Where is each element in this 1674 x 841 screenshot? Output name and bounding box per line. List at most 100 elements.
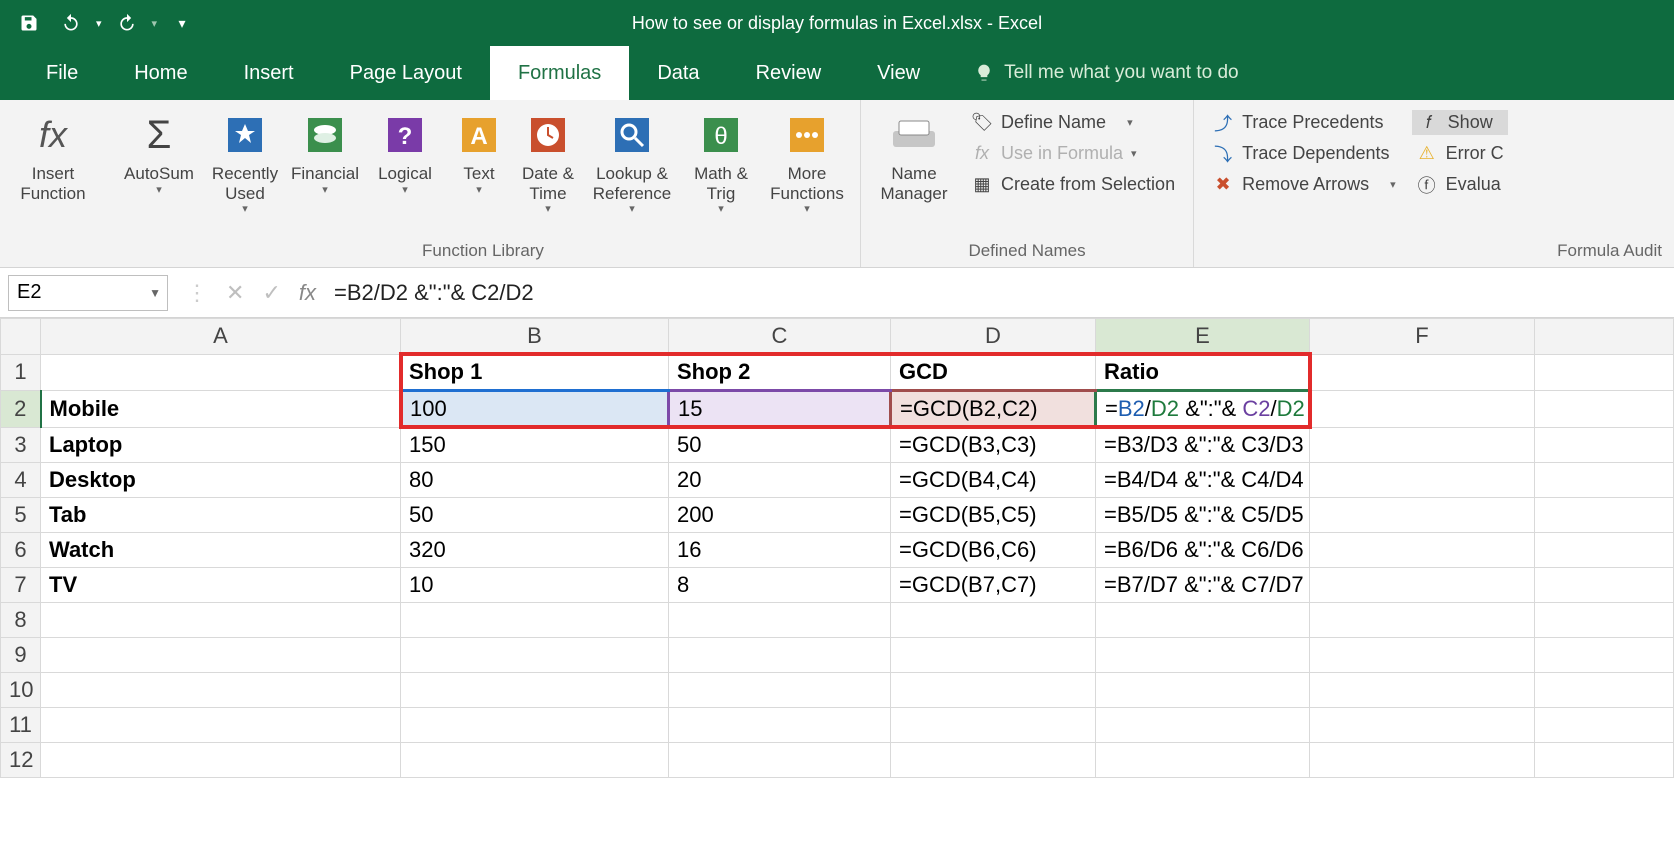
row-header-3[interactable]: 3 bbox=[1, 427, 41, 463]
cell-D2[interactable]: =GCD(B2,C2) bbox=[891, 391, 1096, 428]
trace-dependents-button[interactable]: ⤵Trace Dependents bbox=[1208, 141, 1400, 166]
enter-icon[interactable]: ✓ bbox=[262, 280, 280, 306]
redo-icon[interactable] bbox=[110, 8, 144, 38]
cancel-icon[interactable]: ✕ bbox=[226, 280, 244, 306]
text-button[interactable]: A Text▾ bbox=[446, 106, 512, 212]
cell-E4[interactable]: =B4/D4 &":"& C4/D4 bbox=[1096, 463, 1310, 498]
cell-A6[interactable]: Watch bbox=[41, 533, 401, 568]
cell-A8[interactable] bbox=[41, 603, 401, 638]
autosum-button[interactable]: Σ AutoSum▾ bbox=[114, 106, 204, 212]
cell-C3[interactable]: 50 bbox=[669, 427, 891, 463]
financial-button[interactable]: Financial▾ bbox=[286, 106, 364, 212]
math-trig-button[interactable]: θ Math &Trig▾ bbox=[682, 106, 760, 220]
row-header-12[interactable]: 12 bbox=[1, 743, 41, 778]
cell-F4[interactable] bbox=[1310, 463, 1535, 498]
col-header-E[interactable]: E bbox=[1096, 319, 1310, 355]
cell-D4[interactable]: =GCD(B4,C4) bbox=[891, 463, 1096, 498]
select-all-corner[interactable] bbox=[1, 319, 41, 355]
cell-D6[interactable]: =GCD(B6,C6) bbox=[891, 533, 1096, 568]
save-icon[interactable] bbox=[12, 8, 46, 38]
cell-A2[interactable]: Mobile bbox=[41, 391, 401, 428]
cell-A5[interactable]: Tab bbox=[41, 498, 401, 533]
row-header-1[interactable]: 1 bbox=[1, 354, 41, 391]
cell-E3[interactable]: =B3/D3 &":"& C3/D3 bbox=[1096, 427, 1310, 463]
redo-dropdown-icon[interactable]: ▾ bbox=[152, 17, 158, 30]
cell-B7[interactable]: 10 bbox=[401, 568, 669, 603]
col-header-D[interactable]: D bbox=[891, 319, 1096, 355]
cell-E1[interactable]: Ratio bbox=[1096, 354, 1310, 391]
more-functions-button[interactable]: MoreFunctions▾ bbox=[762, 106, 852, 220]
cell-D3[interactable]: =GCD(B3,C3) bbox=[891, 427, 1096, 463]
cell-B3[interactable]: 150 bbox=[401, 427, 669, 463]
row-header-9[interactable]: 9 bbox=[1, 638, 41, 673]
cell-F7[interactable] bbox=[1310, 568, 1535, 603]
cell-B1[interactable]: Shop 1 bbox=[401, 354, 669, 391]
error-checking-button[interactable]: ⚠Error C bbox=[1412, 141, 1508, 166]
use-in-formula-button[interactable]: fxUse in Formula▾ bbox=[967, 141, 1179, 166]
name-box-dropdown-icon[interactable]: ▼ bbox=[149, 286, 161, 300]
row-header-8[interactable]: 8 bbox=[1, 603, 41, 638]
cell-D1[interactable]: GCD bbox=[891, 354, 1096, 391]
cell-A4[interactable]: Desktop bbox=[41, 463, 401, 498]
tab-file[interactable]: File bbox=[18, 46, 106, 100]
row-header-10[interactable]: 10 bbox=[1, 673, 41, 708]
insert-function-button[interactable]: fx InsertFunction bbox=[8, 106, 98, 212]
cell-D5[interactable]: =GCD(B5,C5) bbox=[891, 498, 1096, 533]
tab-review[interactable]: Review bbox=[728, 46, 850, 100]
cell-F5[interactable] bbox=[1310, 498, 1535, 533]
cell-C4[interactable]: 20 bbox=[669, 463, 891, 498]
col-header-blank[interactable] bbox=[1535, 319, 1674, 355]
tab-home[interactable]: Home bbox=[106, 46, 215, 100]
cell-B2[interactable]: 100 bbox=[401, 391, 669, 428]
cell-E5[interactable]: =B5/D5 &":"& C5/D5 bbox=[1096, 498, 1310, 533]
cell-B4[interactable]: 80 bbox=[401, 463, 669, 498]
cell-D7[interactable]: =GCD(B7,C7) bbox=[891, 568, 1096, 603]
tab-data[interactable]: Data bbox=[629, 46, 727, 100]
show-formulas-button[interactable]: 𝑓Show bbox=[1412, 110, 1508, 135]
logical-button[interactable]: ? Logical▾ bbox=[366, 106, 444, 212]
tab-page-layout[interactable]: Page Layout bbox=[322, 46, 490, 100]
row-header-2[interactable]: 2 bbox=[1, 391, 41, 428]
row-header-5[interactable]: 5 bbox=[1, 498, 41, 533]
fx-icon[interactable]: fx bbox=[299, 280, 316, 306]
date-time-button[interactable]: Date &Time▾ bbox=[514, 106, 582, 220]
cell-A7[interactable]: TV bbox=[41, 568, 401, 603]
row-header-6[interactable]: 6 bbox=[1, 533, 41, 568]
cell-C6[interactable]: 16 bbox=[669, 533, 891, 568]
tab-formulas[interactable]: Formulas bbox=[490, 46, 629, 100]
qat-customize-icon[interactable]: ▾ bbox=[165, 8, 199, 38]
col-header-B[interactable]: B bbox=[401, 319, 669, 355]
cell-E2[interactable]: =B2/D2 &":"& C2/D2 bbox=[1096, 391, 1310, 428]
tab-insert[interactable]: Insert bbox=[216, 46, 322, 100]
cell-F1[interactable] bbox=[1310, 354, 1535, 391]
tell-me-box[interactable]: Tell me what you want to do bbox=[948, 46, 1238, 100]
create-from-selection-button[interactable]: ▦Create from Selection bbox=[967, 172, 1179, 197]
col-header-C[interactable]: C bbox=[669, 319, 891, 355]
row-header-7[interactable]: 7 bbox=[1, 568, 41, 603]
remove-arrows-button[interactable]: ✖Remove Arrows ▾ bbox=[1208, 172, 1400, 197]
col-header-F[interactable]: F bbox=[1310, 319, 1535, 355]
cell-F6[interactable] bbox=[1310, 533, 1535, 568]
undo-dropdown-icon[interactable]: ▾ bbox=[96, 17, 102, 30]
row-header-4[interactable]: 4 bbox=[1, 463, 41, 498]
trace-precedents-button[interactable]: ⤴Trace Precedents bbox=[1208, 110, 1400, 135]
cell-C1[interactable]: Shop 2 bbox=[669, 354, 891, 391]
row-header-11[interactable]: 11 bbox=[1, 708, 41, 743]
tab-view[interactable]: View bbox=[849, 46, 948, 100]
cell-A1[interactable] bbox=[41, 354, 401, 391]
worksheet-grid[interactable]: A B C D E F 1 Shop 1 Shop 2 GCD Ratio 2 … bbox=[0, 318, 1674, 778]
cell-C2[interactable]: 15 bbox=[669, 391, 891, 428]
cell-F3[interactable] bbox=[1310, 427, 1535, 463]
cell-C5[interactable]: 200 bbox=[669, 498, 891, 533]
recently-used-button[interactable]: RecentlyUsed▾ bbox=[206, 106, 284, 220]
col-header-A[interactable]: A bbox=[41, 319, 401, 355]
formula-bar[interactable]: =B2/D2 &":"& C2/D2 bbox=[334, 275, 1666, 311]
cell-B6[interactable]: 320 bbox=[401, 533, 669, 568]
lookup-reference-button[interactable]: Lookup &Reference▾ bbox=[584, 106, 680, 220]
cell-E6[interactable]: =B6/D6 &":"& C6/D6 bbox=[1096, 533, 1310, 568]
cell-F2[interactable] bbox=[1310, 391, 1535, 428]
cell-E7[interactable]: =B7/D7 &":"& C7/D7 bbox=[1096, 568, 1310, 603]
cell-C7[interactable]: 8 bbox=[669, 568, 891, 603]
cell-B5[interactable]: 50 bbox=[401, 498, 669, 533]
undo-icon[interactable] bbox=[54, 8, 88, 38]
